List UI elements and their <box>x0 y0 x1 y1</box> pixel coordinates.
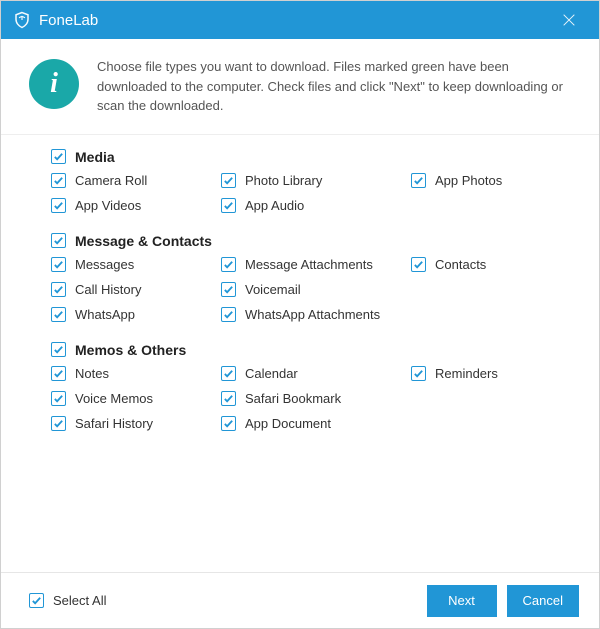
group: Media Camera Roll Photo Library App Photos A… <box>51 149 571 213</box>
group-checkbox[interactable] <box>51 149 66 164</box>
close-button[interactable] <box>551 1 587 39</box>
filetype-label: App Audio <box>245 198 304 213</box>
filetype-label: App Videos <box>75 198 141 213</box>
filetype-checkbox[interactable] <box>221 198 236 213</box>
filetype-item[interactable]: Safari Bookmark <box>221 391 411 406</box>
filetype-checkbox[interactable] <box>221 173 236 188</box>
filetype-item[interactable]: Photo Library <box>221 173 411 188</box>
group-header[interactable]: Media <box>51 149 571 165</box>
filetype-item[interactable]: Camera Roll <box>51 173 221 188</box>
filetype-checkbox[interactable] <box>221 416 236 431</box>
filetype-checkbox[interactable] <box>221 366 236 381</box>
filetype-checkbox[interactable] <box>411 173 426 188</box>
filetype-label: Voicemail <box>245 282 301 297</box>
select-all-label: Select All <box>53 593 106 608</box>
group-items: Camera Roll Photo Library App Photos App Vi… <box>51 173 571 213</box>
filetype-checkbox[interactable] <box>411 366 426 381</box>
select-all-row[interactable]: Select All <box>29 593 417 608</box>
filetype-checkbox[interactable] <box>411 257 426 272</box>
filetype-label: Calendar <box>245 366 298 381</box>
filetype-label: App Document <box>245 416 331 431</box>
filetype-label: Safari History <box>75 416 153 431</box>
group-checkbox[interactable] <box>51 233 66 248</box>
filetype-label: WhatsApp Attachments <box>245 307 380 322</box>
filetype-checkbox[interactable] <box>51 282 66 297</box>
filetype-checkbox[interactable] <box>51 257 66 272</box>
select-all-checkbox[interactable] <box>29 593 44 608</box>
next-button[interactable]: Next <box>427 585 497 617</box>
filetype-list: Media Camera Roll Photo Library App Photos A… <box>1 135 599 573</box>
group-header[interactable]: Memos & Others <box>51 342 571 358</box>
filetype-item[interactable]: App Photos <box>411 173 571 188</box>
group-header[interactable]: Message & Contacts <box>51 233 571 249</box>
filetype-item[interactable]: WhatsApp <box>51 307 221 322</box>
group-label: Memos & Others <box>75 342 186 358</box>
filetype-item[interactable]: App Document <box>221 416 411 431</box>
filetype-checkbox[interactable] <box>221 257 236 272</box>
filetype-label: App Photos <box>435 173 502 188</box>
filetype-checkbox[interactable] <box>221 282 236 297</box>
filetype-checkbox[interactable] <box>51 198 66 213</box>
header: i Choose file types you want to download… <box>1 39 599 135</box>
filetype-label: Photo Library <box>245 173 322 188</box>
description-text: Choose file types you want to download. … <box>97 57 571 116</box>
filetype-item[interactable]: App Audio <box>221 198 411 213</box>
filetype-label: Voice Memos <box>75 391 153 406</box>
group: Message & Contacts Messages Message Attach… <box>51 233 571 322</box>
filetype-item[interactable]: Call History <box>51 282 221 297</box>
group-label: Media <box>75 149 115 165</box>
filetype-checkbox[interactable] <box>221 307 236 322</box>
group-items: Messages Message Attachments Contacts Call … <box>51 257 571 322</box>
filetype-label: Safari Bookmark <box>245 391 341 406</box>
filetype-item[interactable]: Notes <box>51 366 221 381</box>
filetype-checkbox[interactable] <box>51 366 66 381</box>
app-window: FoneLab i Choose file types you want to … <box>0 0 600 629</box>
filetype-item[interactable]: Safari History <box>51 416 221 431</box>
filetype-checkbox[interactable] <box>51 416 66 431</box>
group-checkbox[interactable] <box>51 342 66 357</box>
cancel-button[interactable]: Cancel <box>507 585 579 617</box>
filetype-item[interactable]: Contacts <box>411 257 571 272</box>
filetype-label: Notes <box>75 366 109 381</box>
filetype-item[interactable]: Message Attachments <box>221 257 411 272</box>
filetype-item[interactable]: WhatsApp Attachments <box>221 307 411 322</box>
filetype-label: Contacts <box>435 257 486 272</box>
filetype-item[interactable]: App Videos <box>51 198 221 213</box>
titlebar: FoneLab <box>1 1 599 39</box>
filetype-label: Messages <box>75 257 134 272</box>
filetype-item[interactable]: Voice Memos <box>51 391 221 406</box>
shield-icon <box>13 11 31 29</box>
filetype-checkbox[interactable] <box>221 391 236 406</box>
info-icon: i <box>29 59 79 109</box>
filetype-item[interactable]: Calendar <box>221 366 411 381</box>
filetype-checkbox[interactable] <box>51 173 66 188</box>
filetype-checkbox[interactable] <box>51 391 66 406</box>
footer: Select All Next Cancel <box>1 572 599 628</box>
filetype-label: Message Attachments <box>245 257 373 272</box>
group: Memos & Others Notes Calendar Reminders Voic… <box>51 342 571 431</box>
filetype-label: Call History <box>75 282 141 297</box>
filetype-label: Camera Roll <box>75 173 147 188</box>
filetype-item[interactable]: Messages <box>51 257 221 272</box>
group-label: Message & Contacts <box>75 233 212 249</box>
filetype-label: Reminders <box>435 366 498 381</box>
group-items: Notes Calendar Reminders Voice Memos Safari … <box>51 366 571 431</box>
filetype-label: WhatsApp <box>75 307 135 322</box>
app-title: FoneLab <box>39 12 543 29</box>
filetype-item[interactable]: Voicemail <box>221 282 411 297</box>
filetype-checkbox[interactable] <box>51 307 66 322</box>
filetype-item[interactable]: Reminders <box>411 366 571 381</box>
